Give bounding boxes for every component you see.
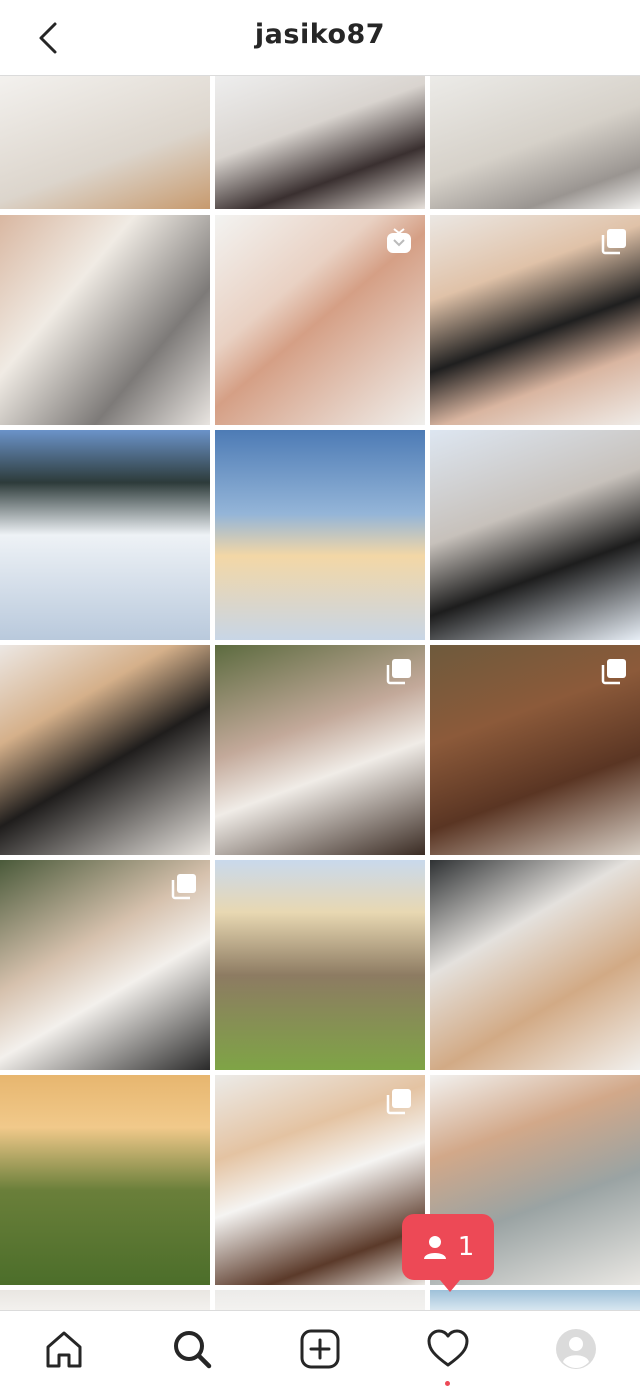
tab-profile[interactable]: [552, 1325, 600, 1373]
post-thumbnail[interactable]: [0, 1290, 210, 1310]
tab-home[interactable]: [40, 1325, 88, 1373]
profile-username-title: jasiko87: [254, 19, 386, 50]
heart-icon: [427, 1329, 469, 1367]
post-thumbnail[interactable]: [430, 76, 640, 209]
post-thumbnail[interactable]: [215, 1290, 425, 1310]
notification-count: 1: [457, 1232, 475, 1262]
post-thumbnail[interactable]: [430, 1290, 640, 1310]
post-thumbnail[interactable]: [215, 645, 425, 855]
carousel-icon: [601, 659, 626, 685]
avatar-icon: [556, 1329, 596, 1369]
post-thumbnail[interactable]: [215, 430, 425, 640]
carousel-icon: [601, 229, 626, 255]
bottom-tab-bar: [0, 1310, 640, 1386]
post-thumbnail[interactable]: [0, 76, 210, 209]
carousel-icon: [171, 874, 196, 900]
post-thumbnail[interactable]: [0, 430, 210, 640]
post-thumbnail[interactable]: [430, 430, 640, 640]
post-thumbnail[interactable]: [430, 645, 640, 855]
person-icon: [423, 1236, 446, 1259]
post-thumbnail[interactable]: [430, 860, 640, 1070]
post-thumbnail[interactable]: [0, 860, 210, 1070]
post-thumbnail[interactable]: [215, 76, 425, 209]
activity-indicator-dot: [445, 1381, 450, 1386]
post-thumbnail[interactable]: [0, 1075, 210, 1285]
search-icon: [174, 1331, 212, 1369]
tab-create[interactable]: [296, 1325, 344, 1373]
post-thumbnail[interactable]: [215, 215, 425, 425]
tab-search[interactable]: [168, 1325, 216, 1373]
activity-notification-bubble[interactable]: 1: [402, 1214, 494, 1292]
post-thumbnail[interactable]: [0, 645, 210, 855]
post-thumbnail[interactable]: [215, 1075, 425, 1285]
post-thumbnail[interactable]: [0, 215, 210, 425]
carousel-icon: [386, 659, 411, 685]
add-post-icon: [300, 1329, 340, 1369]
top-nav-bar: jasiko87: [0, 0, 640, 76]
post-thumbnail[interactable]: [215, 860, 425, 1070]
carousel-icon: [386, 1089, 411, 1115]
post-thumbnail[interactable]: [430, 215, 640, 425]
tab-activity[interactable]: [424, 1325, 472, 1386]
igtv-icon: [387, 228, 411, 253]
home-icon: [46, 1331, 82, 1368]
